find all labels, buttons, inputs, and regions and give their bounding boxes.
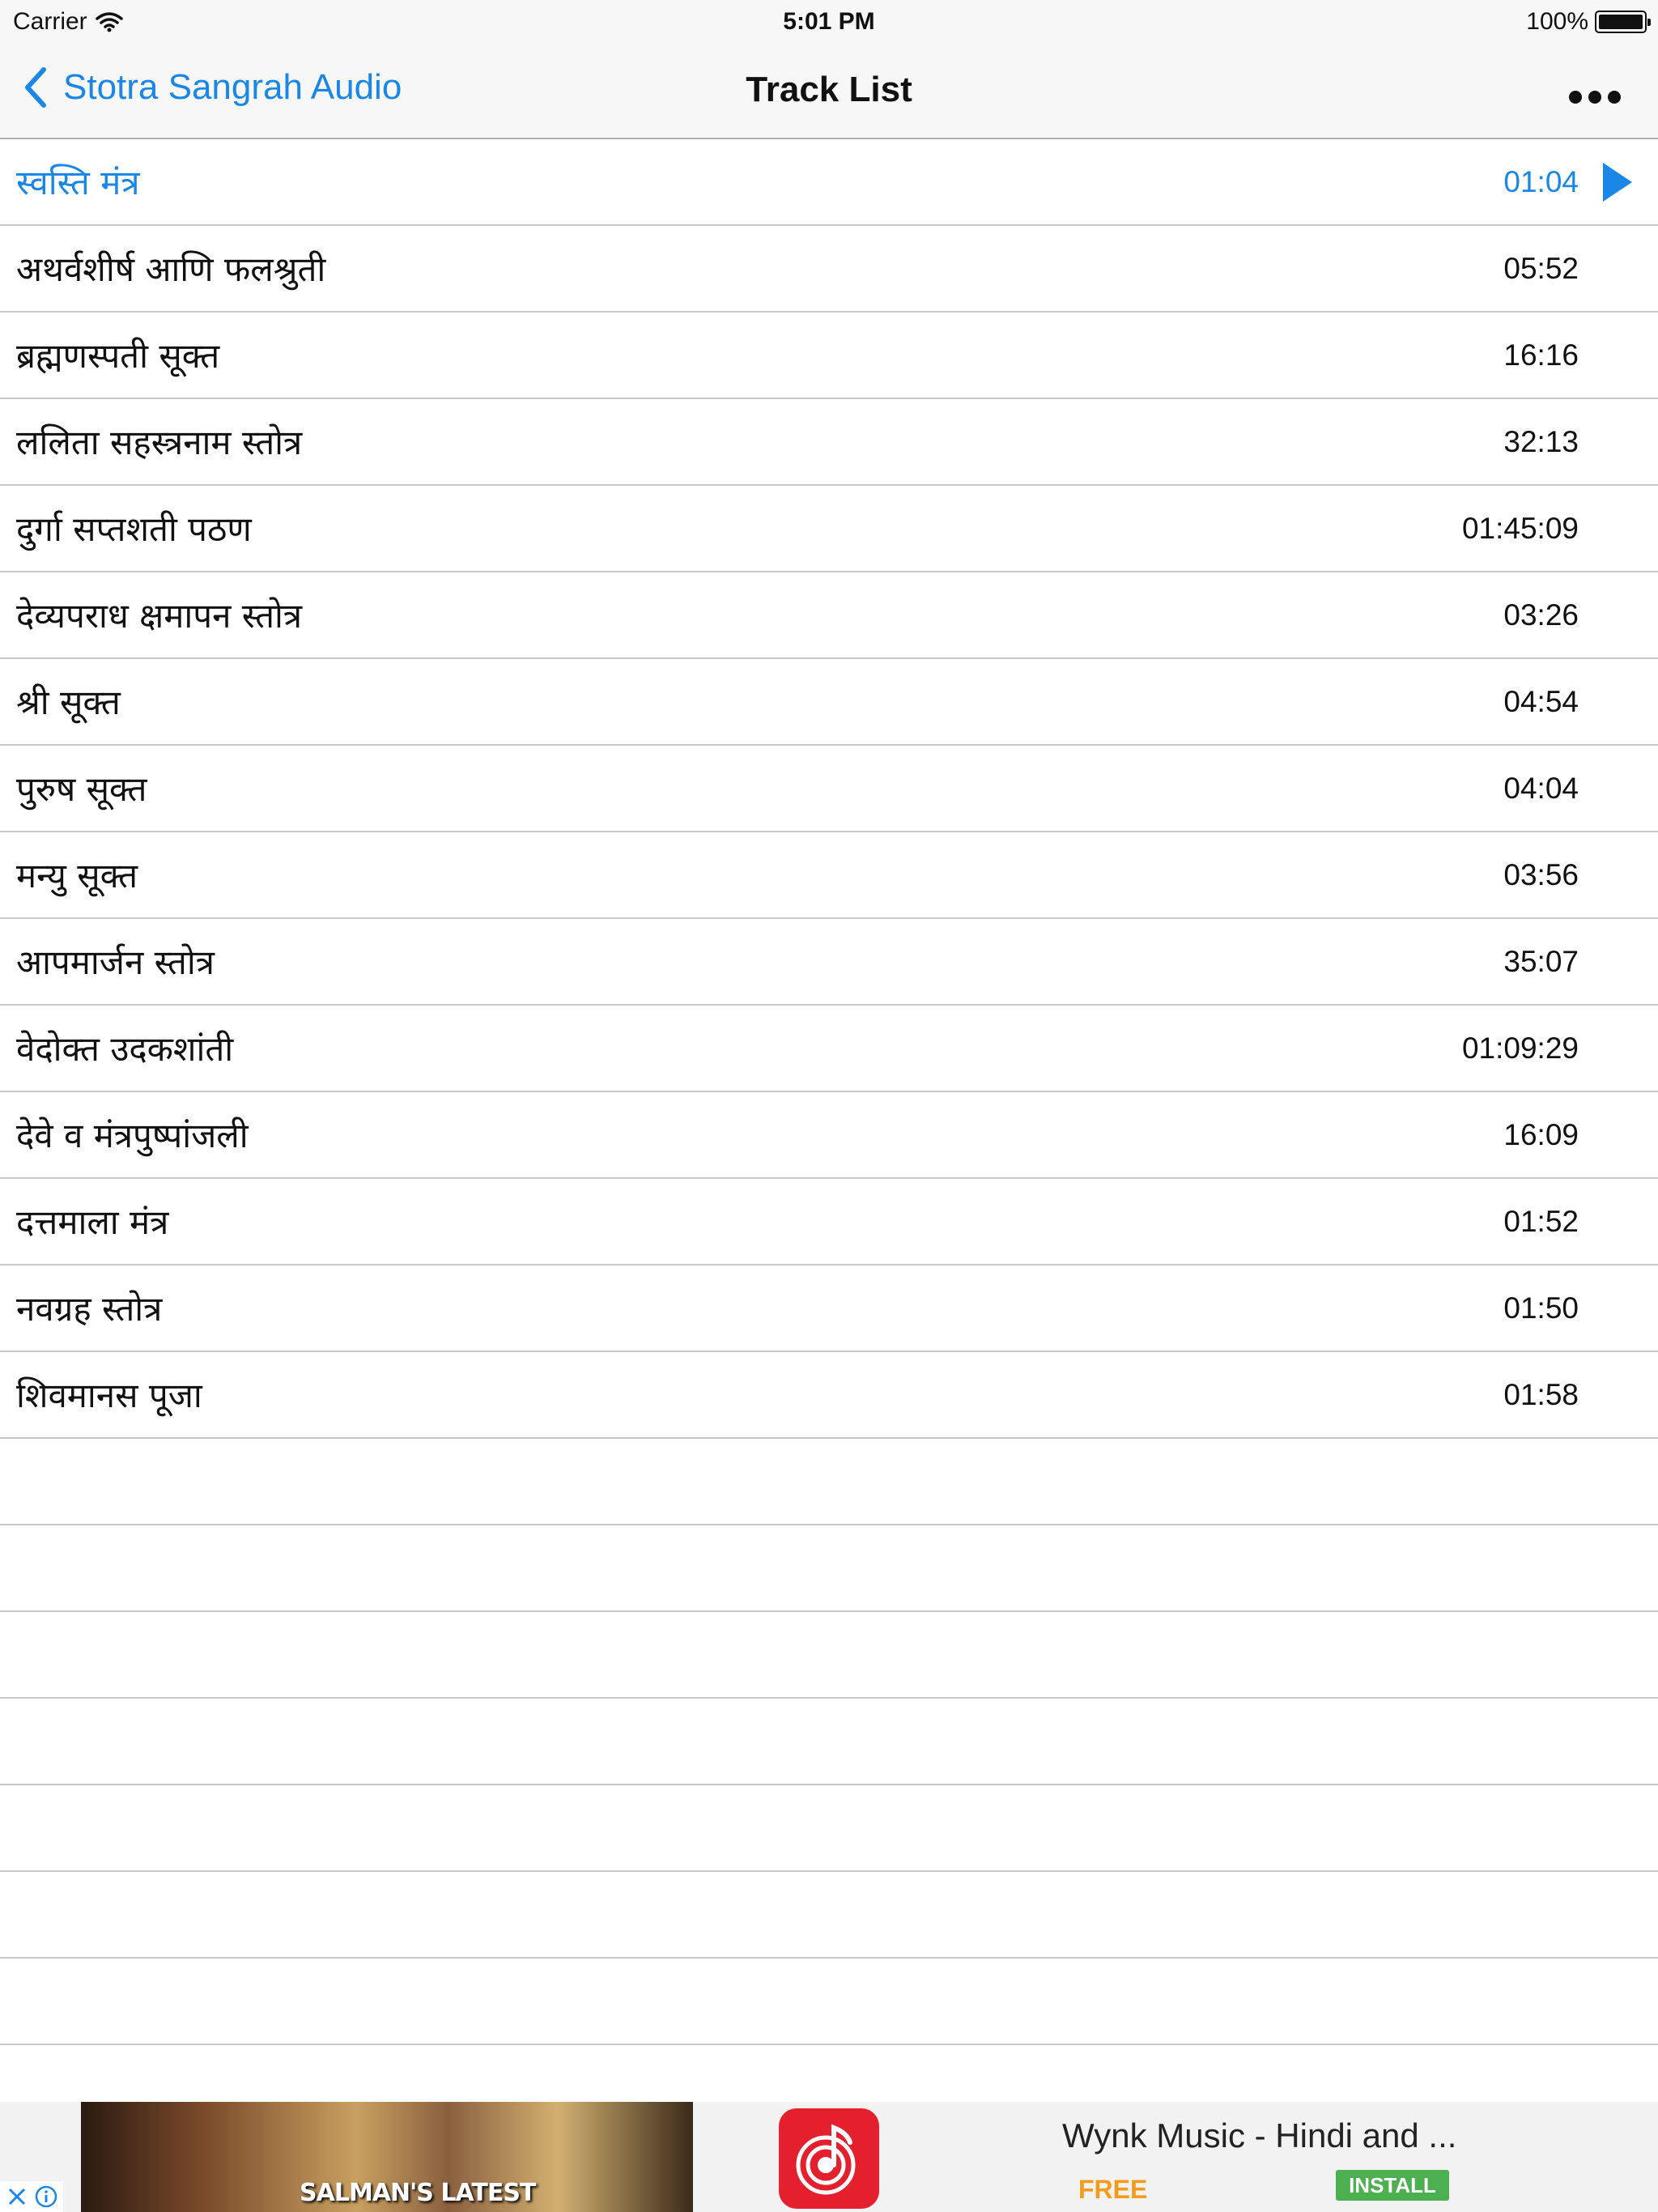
track-duration: 05:52 (1503, 251, 1579, 285)
empty-row (0, 1612, 1658, 1699)
battery-icon (1595, 11, 1651, 33)
empty-row (0, 1699, 1658, 1785)
track-row[interactable]: शिवमानस पूजा 01:58 (0, 1352, 1658, 1439)
track-row[interactable]: श्री सूक्त 04:54 (0, 659, 1658, 746)
track-name: अथर्वशीर्ष आणि फलश्रुती (16, 249, 326, 289)
track-row[interactable]: देव्यपराध क्षमापन स्तोत्र 03:26 (0, 572, 1658, 659)
ad-image[interactable]: SALMAN'S LATEST (81, 2102, 693, 2212)
ad-price: FREE (1078, 2175, 1148, 2204)
empty-row (0, 1439, 1658, 1525)
track-duration: 35:07 (1503, 944, 1579, 978)
ad-banner[interactable]: SALMAN'S LATEST Wynk Music - Hindi and .… (0, 2102, 1658, 2212)
ad-image-caption: SALMAN'S LATEST (300, 2179, 536, 2207)
track-name: वेदोक्त उदकशांती (16, 1029, 234, 1069)
battery-percent: 100% (1526, 8, 1588, 35)
track-name: देवे व मंत्रपुष्पांजली (16, 1116, 249, 1155)
play-icon[interactable] (1600, 160, 1635, 204)
install-button[interactable]: INSTALL (1336, 2170, 1449, 2201)
track-row[interactable]: ब्रह्मणस्पती सूक्त 16:16 (0, 313, 1658, 399)
track-list: स्वस्ति मंत्र 01:04 अथर्वशीर्ष आणि फलश्रुत… (0, 139, 1658, 2045)
track-duration: 03:56 (1503, 857, 1579, 891)
battery-indicator: 100% (1526, 8, 1651, 36)
track-name: दुर्गा सप्तशती पठण (16, 509, 252, 549)
close-icon[interactable] (5, 2184, 29, 2209)
track-name: ललिता सहस्त्रनाम स्तोत्र (16, 423, 303, 462)
track-row[interactable]: स्वस्ति मंत्र 01:04 (0, 139, 1658, 226)
chevron-left-icon (25, 67, 46, 108)
ellipsis-icon (1569, 91, 1582, 104)
track-row[interactable]: दुर्गा सप्तशती पठण 01:45:09 (0, 486, 1658, 572)
empty-row (0, 1959, 1658, 2045)
track-name: शिवमानस पूजा (16, 1376, 202, 1415)
track-name: ब्रह्मणस्पती सूक्त (16, 336, 220, 376)
track-row[interactable]: मन्यु सूक्त 03:56 (0, 832, 1658, 919)
more-options-button[interactable] (1564, 86, 1626, 108)
track-name: मन्यु सूक्त (16, 856, 138, 895)
ad-controls (0, 2181, 63, 2212)
track-duration: 16:09 (1503, 1117, 1579, 1151)
track-duration: 16:16 (1503, 338, 1579, 372)
music-app-icon[interactable] (779, 2108, 879, 2209)
track-duration: 04:04 (1503, 771, 1579, 805)
track-duration: 03:26 (1503, 598, 1579, 632)
track-row[interactable]: पुरुष सूक्त 04:04 (0, 746, 1658, 832)
track-duration: 32:13 (1503, 424, 1579, 458)
track-duration: 01:50 (1503, 1291, 1579, 1325)
back-button[interactable]: Stotra Sangrah Audio (23, 66, 402, 108)
info-icon[interactable] (34, 2184, 58, 2209)
track-duration: 01:58 (1503, 1377, 1579, 1411)
track-name: पुरुष सूक्त (16, 769, 147, 809)
empty-row (0, 1872, 1658, 1959)
track-name: दत्तमाला मंत्र (16, 1202, 169, 1242)
track-name: आपमार्जन स्तोत्र (16, 942, 215, 982)
track-row[interactable]: वेदोक्त उदकशांती 01:09:29 (0, 1006, 1658, 1092)
track-duration: 01:09:29 (1461, 1031, 1579, 1065)
empty-row (0, 1785, 1658, 1872)
track-row[interactable]: अथर्वशीर्ष आणि फलश्रुती 05:52 (0, 226, 1658, 313)
navigation-bar: Stotra Sangrah Audio Track List (0, 45, 1658, 139)
track-duration: 01:04 (1503, 164, 1579, 198)
status-time: 5:01 PM (783, 8, 875, 35)
status-bar: Carrier 5:01 PM 100% (0, 0, 1658, 45)
track-row[interactable]: नवग्रह स्तोत्र 01:50 (0, 1266, 1658, 1352)
track-row[interactable]: ललिता सहस्त्रनाम स्तोत्र 32:13 (0, 399, 1658, 486)
empty-row (0, 1525, 1658, 1612)
back-button-label: Stotra Sangrah Audio (63, 67, 402, 107)
track-name: देव्यपराध क्षमापन स्तोत्र (16, 596, 303, 636)
track-duration: 01:52 (1503, 1204, 1579, 1238)
ad-app-title[interactable]: Wynk Music - Hindi and ... (1062, 2116, 1456, 2155)
track-row[interactable]: देवे व मंत्रपुष्पांजली 16:09 (0, 1092, 1658, 1179)
track-duration: 01:45:09 (1461, 511, 1579, 545)
track-row[interactable]: आपमार्जन स्तोत्र 35:07 (0, 919, 1658, 1006)
track-name: श्री सूक्त (16, 683, 121, 722)
track-row[interactable]: दत्तमाला मंत्र 01:52 (0, 1179, 1658, 1266)
track-duration: 04:54 (1503, 684, 1579, 718)
track-name: नवग्रह स्तोत्र (16, 1289, 163, 1329)
track-name: स्वस्ति मंत्र (16, 163, 140, 202)
